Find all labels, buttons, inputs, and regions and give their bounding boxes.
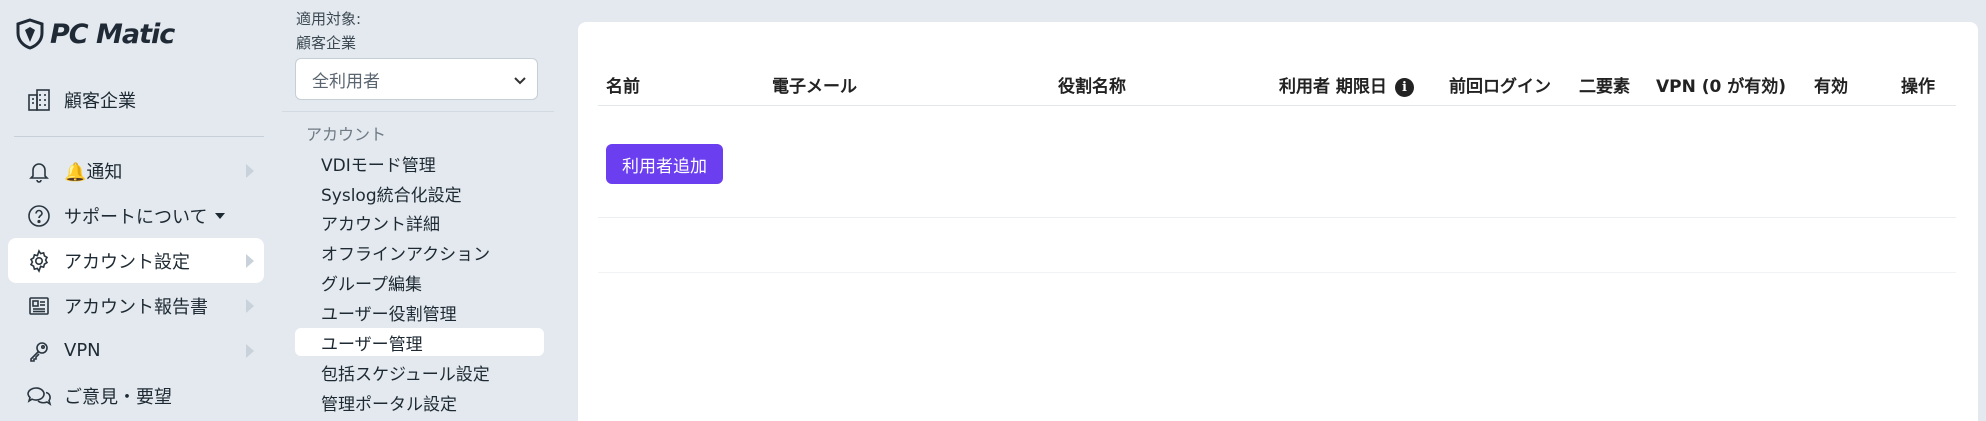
user-management-panel: 名前 電子メール 役割名称 利用者 期限日 i 前回ログイン 二要素 VPN (0…	[578, 22, 1978, 421]
chevron-right-icon	[246, 163, 254, 178]
shield-logo-icon	[16, 18, 44, 50]
caret-down-icon	[215, 212, 226, 219]
sidebar-item-account-settings[interactable]: アカウント設定	[8, 238, 264, 283]
submenu-item-portal-settings[interactable]: 管理ポータル設定	[295, 388, 544, 416]
expiry-header-label: 利用者 期限日	[1279, 77, 1387, 97]
apply-target-sub-label: 顧客企業	[296, 34, 357, 52]
column-header-name[interactable]: 名前	[606, 72, 640, 97]
sidebar-item-label: ご意見・要望	[64, 386, 172, 408]
sidebar-item-label: VPN	[64, 340, 101, 361]
key-icon	[24, 336, 54, 366]
chevron-right-icon	[246, 343, 254, 358]
user-scope-select[interactable]: 全利用者	[295, 58, 538, 100]
column-header-two-factor[interactable]: 二要素	[1579, 72, 1630, 97]
brand-name: PC Matic	[50, 18, 175, 50]
table-row-divider	[598, 217, 1956, 218]
add-user-button[interactable]: 利用者追加	[606, 144, 723, 184]
submenu-divider	[282, 111, 554, 112]
submenu-item-user-roles[interactable]: ユーザー役割管理	[295, 298, 544, 326]
sidebar-item-support[interactable]: サポートについて	[8, 193, 264, 238]
main-sidebar: PC Matic 顧客企業 🔔通知 サポートについて アカウント設定 アカウント…	[0, 0, 272, 421]
sidebar-item-label: 🔔通知	[64, 161, 123, 183]
building-icon	[24, 85, 54, 115]
chevron-right-icon	[246, 298, 254, 313]
table-header-divider	[598, 105, 1956, 106]
column-header-enabled[interactable]: 有効	[1814, 72, 1848, 97]
submenu-item-group-edit[interactable]: グループ編集	[295, 268, 544, 296]
sidebar-divider	[14, 136, 264, 137]
column-header-email[interactable]: 電子メール	[772, 72, 857, 97]
submenu-item-user-management[interactable]: ユーザー管理	[295, 328, 544, 356]
sidebar-item-customers[interactable]: 顧客企業	[8, 77, 264, 122]
apply-target-label: 適用対象:	[296, 10, 362, 28]
sidebar-item-feedback[interactable]: ご意見・要望	[8, 373, 264, 418]
newspaper-icon	[24, 291, 54, 321]
gear-icon	[24, 246, 54, 276]
sidebar-item-notifications[interactable]: 🔔通知	[8, 148, 264, 193]
column-header-actions[interactable]: 操作	[1901, 72, 1935, 97]
pc-matic-logo[interactable]: PC Matic	[14, 18, 175, 50]
sidebar-item-label: アカウント設定	[64, 251, 190, 273]
select-value: 全利用者	[312, 71, 380, 92]
column-header-vpn[interactable]: VPN (0 が有効)	[1656, 72, 1786, 97]
submenu-item-syslog[interactable]: Syslog統合化設定	[295, 179, 544, 207]
sidebar-item-label: サポートについて	[64, 206, 208, 228]
sidebar-item-vpn[interactable]: VPN	[8, 328, 264, 373]
chevron-right-icon	[246, 253, 254, 268]
column-header-expiry[interactable]: 利用者 期限日 i	[1279, 72, 1414, 97]
submenu-item-account-details[interactable]: アカウント詳細	[295, 208, 544, 236]
table-row-divider	[598, 272, 1956, 273]
bell-icon	[24, 156, 54, 186]
section-heading-account: アカウント	[306, 125, 387, 144]
chevron-down-icon	[514, 77, 526, 85]
info-icon[interactable]: i	[1394, 77, 1414, 97]
sidebar-item-label: アカウント報告書	[64, 296, 208, 318]
submenu-item-schedule[interactable]: 包括スケジュール設定	[295, 358, 544, 386]
column-header-role[interactable]: 役割名称	[1058, 72, 1126, 97]
submenu-item-offline-action[interactable]: オフラインアクション	[295, 238, 544, 266]
chat-icon	[24, 381, 54, 411]
submenu-item-vdi-mode[interactable]: VDIモード管理	[295, 149, 544, 177]
sidebar-item-label: 顧客企業	[64, 90, 136, 112]
account-settings-submenu: 適用対象: 顧客企業 全利用者 アカウント VDIモード管理 Syslog統合化…	[282, 0, 554, 421]
column-header-last-login[interactable]: 前回ログイン	[1449, 72, 1551, 97]
help-circle-icon	[24, 201, 54, 231]
sidebar-item-account-reports[interactable]: アカウント報告書	[8, 283, 264, 328]
